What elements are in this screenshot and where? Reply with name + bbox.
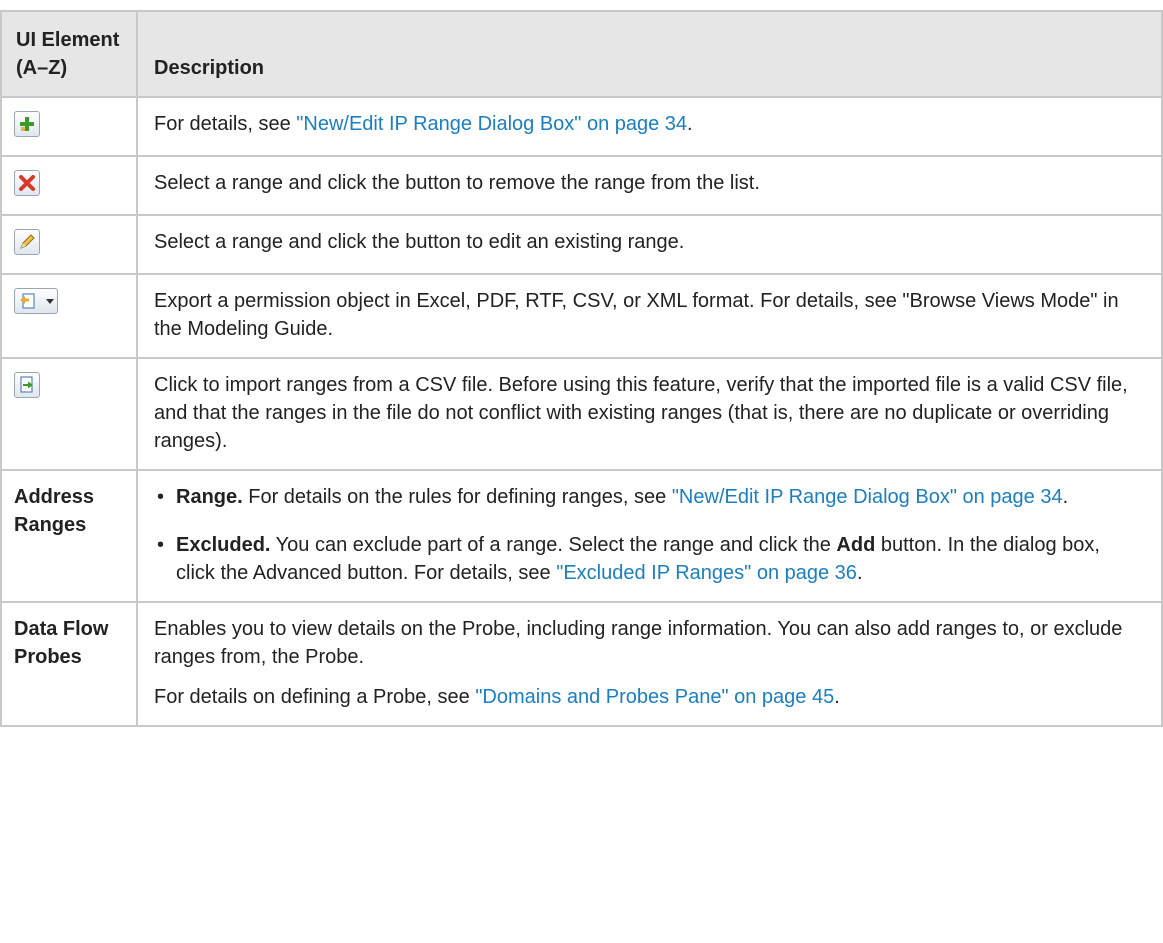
add-icon <box>14 111 40 137</box>
paragraph: For details on defining a Probe, see "Do… <box>154 683 1143 711</box>
link-domains-and-probes-pane[interactable]: "Domains and Probes Pane" on page 45 <box>475 686 834 708</box>
ui-element-cell <box>0 357 138 471</box>
table-header-row: UI Element (A–Z) Description <box>0 10 1163 98</box>
table-row: Select a range and click the button to e… <box>0 214 1163 275</box>
ui-element-name: Data Flow Probes <box>0 601 138 727</box>
import-icon <box>14 372 40 398</box>
ui-element-cell <box>0 214 138 275</box>
desc-text: For details on the rules for defining ra… <box>242 486 672 508</box>
table-row: Export a permission object in Excel, PDF… <box>0 273 1163 359</box>
delete-icon <box>14 170 40 196</box>
link-new-edit-ip-range[interactable]: "New/Edit IP Range Dialog Box" on page 3… <box>672 486 1063 508</box>
bullet-list: Range. For details on the rules for defi… <box>154 483 1143 587</box>
ui-element-name: Address Ranges <box>0 469 138 603</box>
list-item: Excluded. You can exclude part of a rang… <box>154 531 1143 587</box>
ui-elements-table: UI Element (A–Z) Description For details… <box>0 10 1163 727</box>
term-excluded: Excluded. <box>176 534 271 556</box>
export-dropdown-icon <box>14 288 58 314</box>
desc-text: . <box>1062 486 1069 508</box>
table-row: Address Ranges Range. For details on the… <box>0 469 1163 603</box>
description-cell: Select a range and click the button to r… <box>136 155 1163 216</box>
desc-text: For details, see <box>154 113 297 135</box>
desc-text: For details on defining a Probe, see <box>154 686 476 708</box>
table-row: Click to import ranges from a CSV file. … <box>0 357 1163 471</box>
table-row: Data Flow Probes Enables you to view det… <box>0 601 1163 727</box>
description-cell: Enables you to view details on the Probe… <box>136 601 1163 727</box>
term-add: Add <box>836 534 876 556</box>
pencil-icon <box>14 229 40 255</box>
description-cell: For details, see "New/Edit IP Range Dial… <box>136 96 1163 157</box>
ui-element-cell <box>0 96 138 157</box>
desc-text: You can exclude part of a range. Select … <box>270 534 837 556</box>
link-new-edit-ip-range[interactable]: "New/Edit IP Range Dialog Box" on page 3… <box>296 113 687 135</box>
column-header-ui-element: UI Element (A–Z) <box>0 10 138 98</box>
desc-text: . <box>856 562 863 584</box>
list-item: Range. For details on the rules for defi… <box>154 483 1143 511</box>
paragraph: Enables you to view details on the Probe… <box>154 618 1123 668</box>
term-range: Range. <box>176 486 243 508</box>
desc-text: . <box>687 113 693 135</box>
ui-element-cell <box>0 155 138 216</box>
link-excluded-ip-ranges[interactable]: "Excluded IP Ranges" on page 36 <box>556 562 857 584</box>
column-header-description: Description <box>136 10 1163 98</box>
ui-element-cell <box>0 273 138 359</box>
description-cell: Range. For details on the rules for defi… <box>136 469 1163 603</box>
description-cell: Export a permission object in Excel, PDF… <box>136 273 1163 359</box>
table-row: Select a range and click the button to r… <box>0 155 1163 216</box>
desc-text: . <box>834 686 840 708</box>
table-row: For details, see "New/Edit IP Range Dial… <box>0 96 1163 157</box>
description-cell: Click to import ranges from a CSV file. … <box>136 357 1163 471</box>
description-cell: Select a range and click the button to e… <box>136 214 1163 275</box>
